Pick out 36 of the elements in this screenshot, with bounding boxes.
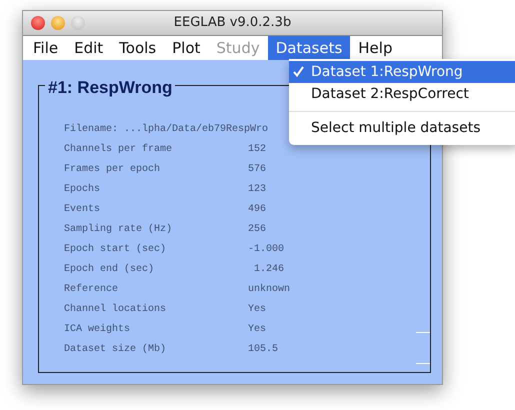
menu-item[interactable]: Help — [350, 36, 400, 60]
info-label: Epoch end (sec) — [64, 262, 156, 276]
menu-item[interactable]: Edit — [66, 36, 112, 60]
info-value: unknown — [248, 282, 290, 296]
close-icon[interactable] — [31, 16, 45, 30]
minimize-icon[interactable] — [51, 16, 65, 30]
dropdown-item[interactable]: Dataset 1:RespWrong — [289, 61, 515, 83]
info-value: Yes — [248, 322, 266, 336]
info-value: 1.246 — [253, 262, 284, 276]
menu-item[interactable]: Tools — [111, 36, 164, 60]
menu-item[interactable]: Datasets — [268, 36, 350, 60]
filename-text: Filename: ...lpha/Data/eb79RespWro — [64, 122, 268, 136]
info-value: 256 — [248, 222, 266, 236]
dropdown-item[interactable]: Dataset 2:RespCorrect — [289, 83, 515, 105]
info-value: -1.000 — [248, 242, 284, 256]
dropdown-item[interactable]: Select multiple datasets — [289, 117, 515, 139]
info-value: 152 — [248, 142, 266, 156]
info-label: Reference — [64, 282, 120, 296]
info-label: Dataset size (Mb) — [64, 342, 168, 356]
info-label: Epochs — [64, 182, 102, 196]
info-label: Channel locations — [64, 302, 168, 316]
info-value: Yes — [248, 302, 266, 316]
info-label: ICA weights — [64, 322, 132, 336]
zoom-icon[interactable] — [71, 16, 85, 30]
menu-item[interactable]: Plot — [164, 36, 208, 60]
info-label: Epoch start (sec) — [64, 242, 168, 256]
info-label: Sampling rate (Hz) — [64, 222, 174, 236]
info-label: Channels per frame — [64, 142, 174, 156]
info-value: 105.5 — [248, 342, 278, 356]
info-label: Frames per epoch — [64, 162, 162, 176]
info-label: Events — [64, 202, 102, 216]
info-value: 496 — [248, 202, 266, 216]
info-value: 576 — [248, 162, 266, 176]
menu-item[interactable]: File — [25, 36, 66, 60]
window-title: EEGLAB v9.0.2.3b — [174, 14, 292, 32]
info-value: 123 — [248, 182, 266, 196]
